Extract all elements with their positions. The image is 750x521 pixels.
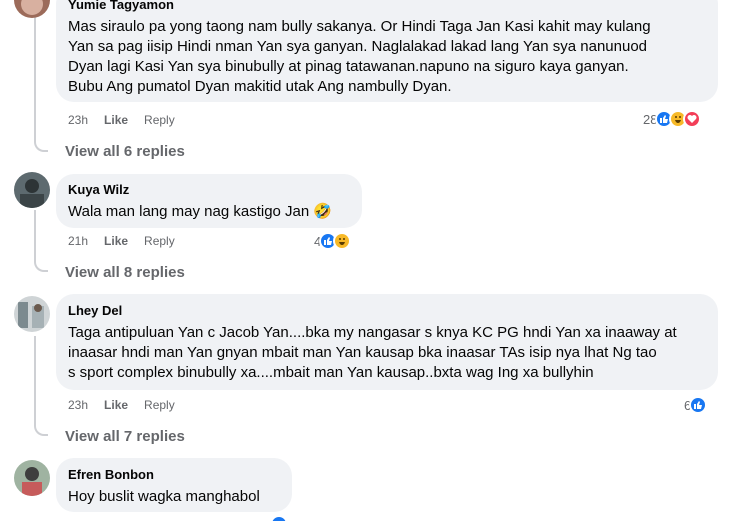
comment-text-line: Bubu Ang pumatol Dyan makitid utak Ang n… [68, 78, 452, 95]
comment-text-line: Hoy buslit wagka manghabol [68, 488, 260, 505]
reply-button[interactable]: Reply [144, 113, 175, 127]
avatar[interactable] [14, 172, 50, 208]
reaction-summary [270, 515, 288, 521]
comment-timestamp[interactable]: 23h [68, 398, 88, 412]
comment-bubble: Kuya Wilz Wala man lang may nag kastigo … [56, 174, 362, 228]
like-button[interactable]: Like [104, 398, 128, 412]
comment-timestamp[interactable]: 21h [68, 234, 88, 248]
reaction-summary[interactable]: 4 [314, 232, 352, 250]
comment-author[interactable]: Lhey Del [68, 302, 706, 319]
like-button[interactable]: Like [104, 113, 128, 127]
comment-bubble: Lhey Del Taga antipuluan Yan c Jacob Yan… [56, 294, 718, 390]
comment-text-line: Yan sa pag iisip Hindi nman Yan sya gany… [68, 38, 648, 55]
comment-text-line: Taga antipuluan Yan c Jacob Yan....bka m… [68, 324, 677, 341]
view-replies-link[interactable]: View all 6 replies [65, 143, 185, 160]
comment-author[interactable]: Kuya Wilz [68, 181, 350, 198]
avatar[interactable] [14, 296, 50, 332]
reaction-summary[interactable]: 6 [684, 396, 708, 414]
comment-timestamp[interactable]: 23h [68, 113, 88, 127]
comment-actions: 23h Like Reply [68, 398, 175, 412]
love-icon [683, 110, 702, 128]
comment-author[interactable]: Efren Bonbon [68, 466, 280, 483]
avatar[interactable] [14, 0, 50, 18]
view-replies-link[interactable]: View all 8 replies [65, 264, 185, 281]
reaction-summary[interactable]: 28 [643, 110, 702, 128]
haha-icon [333, 232, 352, 250]
reply-button[interactable]: Reply [144, 234, 175, 248]
comment-text-line: Dyan lagi Kasi Yan sya binubully at pina… [68, 58, 629, 75]
reply-button[interactable]: Reply [144, 398, 175, 412]
comment-text-line: s sport complex binubully xa....mbait ma… [68, 364, 594, 381]
thread-line [34, 210, 36, 260]
comment-actions: 23h Like Reply [68, 113, 175, 127]
thread-line [34, 336, 36, 424]
comment-bubble: Yumie Tagyamon Mas siraulo pa yong taong… [56, 0, 718, 102]
thread-connector [34, 258, 48, 272]
comment-bubble: Efren Bonbon Hoy buslit wagka manghabol [56, 458, 292, 512]
comment-text-line: Mas siraulo pa yong taong nam bully saka… [68, 18, 651, 35]
avatar[interactable] [14, 460, 50, 496]
thread-connector [34, 138, 48, 152]
like-icon [689, 396, 708, 414]
comment-text-line: Wala man lang may nag kastigo Jan 🤣 [68, 203, 333, 220]
comment-actions: 21h Like Reply [68, 234, 175, 248]
thread-connector [34, 422, 48, 436]
like-button[interactable]: Like [104, 234, 128, 248]
comment-author[interactable]: Yumie Tagyamon [68, 0, 706, 13]
thread-line [34, 0, 36, 140]
comment-text-line: inaasar hndi man Yan gnyan mbait man Yan… [68, 344, 657, 361]
view-replies-link[interactable]: View all 7 replies [65, 428, 185, 445]
